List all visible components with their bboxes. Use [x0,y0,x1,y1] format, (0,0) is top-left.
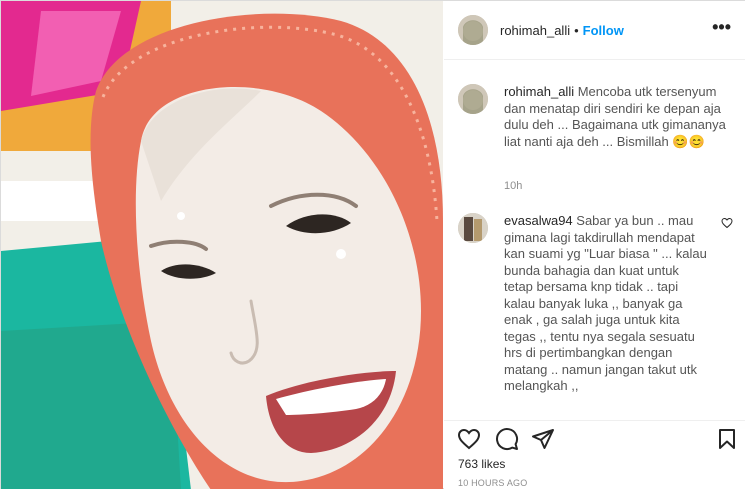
avatar[interactable] [458,84,488,114]
more-options-icon[interactable]: ••• [712,18,731,36]
separator-dot: • [574,22,579,38]
comment-text: Sabar ya bun .. mau gimana lagi takdirul… [504,213,707,393]
avatar[interactable] [458,15,488,45]
share-icon[interactable] [531,427,555,451]
heart-icon[interactable] [457,427,481,451]
likes-count[interactable]: 763 likes [458,457,505,471]
post-sidebar: rohimah_alli • Follow ••• rohimah_alli M… [444,1,745,489]
comments-section[interactable]: rohimah_alli Mencoba utk tersenyum dan m… [444,61,745,419]
comment-username[interactable]: evasalwa94 [504,213,573,228]
avatar-image [458,213,488,243]
avatar-image [458,15,488,45]
caption-body: rohimah_alli Mencoba utk tersenyum dan m… [504,84,726,150]
follow-button[interactable]: Follow [583,23,624,38]
list-item: evasalwa94 Sabar ya bun .. mau gimana la… [458,213,733,413]
post-username[interactable]: rohimah_alli [500,23,570,38]
bookmark-icon[interactable] [715,427,739,451]
caption-time: 10h [504,180,523,192]
comment-like-heart-icon[interactable] [721,217,733,229]
comment-body: evasalwa94 Sabar ya bun .. mau gimana la… [504,213,709,395]
avatar[interactable] [458,213,488,243]
instagram-post: rohimah_alli • Follow ••• rohimah_alli M… [0,0,745,489]
post-header: rohimah_alli • Follow ••• [444,1,745,60]
avatar-image [458,84,488,114]
comment-icon[interactable] [495,427,519,451]
selfie-illustration [1,1,443,489]
caption-username[interactable]: rohimah_alli [504,84,574,99]
post-photo[interactable] [1,1,443,489]
action-bar [444,420,745,460]
caption: rohimah_alli Mencoba utk tersenyum dan m… [458,84,733,224]
post-timestamp[interactable]: 10 HOURS AGO [458,478,527,488]
